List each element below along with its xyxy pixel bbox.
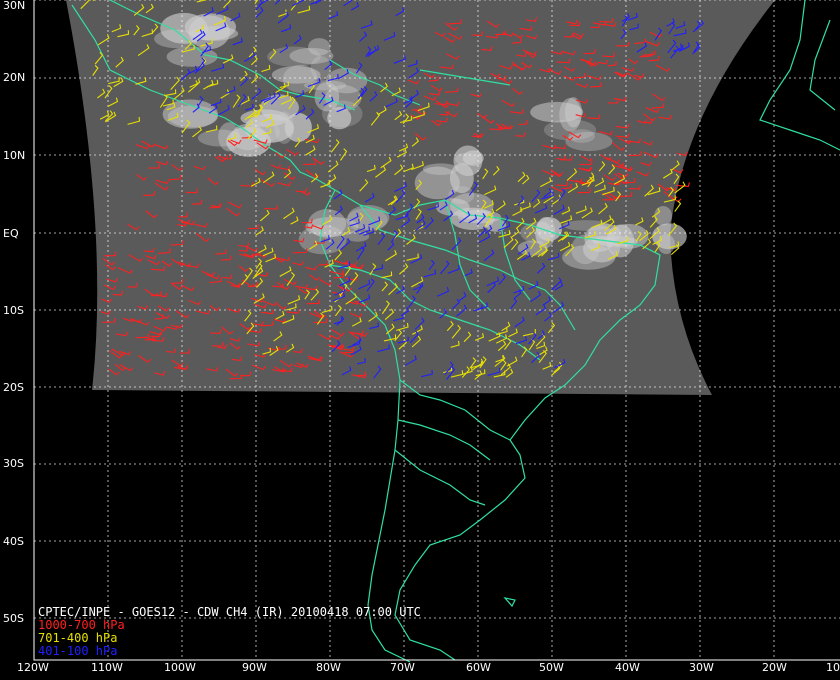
lat-label: 10S [3, 304, 24, 317]
lat-label: 40S [3, 535, 24, 548]
lat-label: 20N [3, 71, 26, 84]
lon-label: 70W [390, 661, 415, 674]
lon-label: 110W [91, 661, 123, 674]
lon-label: 90W [242, 661, 267, 674]
lon-label: 30W [689, 661, 714, 674]
lat-label: 30N [3, 0, 26, 12]
lat-label: 10N [3, 149, 26, 162]
lat-label: EQ [3, 227, 19, 240]
lon-label: 100W [164, 661, 196, 674]
lon-label: 20W [762, 661, 787, 674]
legend-mid-level: 701-400 hPa [38, 631, 118, 645]
lat-label: 20S [3, 381, 24, 394]
map-title: CPTEC/INPE - GOES12 - CDW CH4 (IR) 20100… [38, 605, 421, 619]
lon-label: 60W [466, 661, 491, 674]
lat-label: 30S [3, 457, 24, 470]
lon-label: 10 [826, 661, 840, 674]
legend-low-level: 1000-700 hPa [38, 618, 125, 632]
lon-label: 80W [316, 661, 341, 674]
satellite-wind-map [0, 0, 840, 680]
lon-label: 40W [615, 661, 640, 674]
legend-high-level: 401-100 hPa [38, 644, 118, 658]
lat-label: 50S [3, 612, 24, 625]
lon-label: 120W [17, 661, 49, 674]
lon-label: 50W [539, 661, 564, 674]
